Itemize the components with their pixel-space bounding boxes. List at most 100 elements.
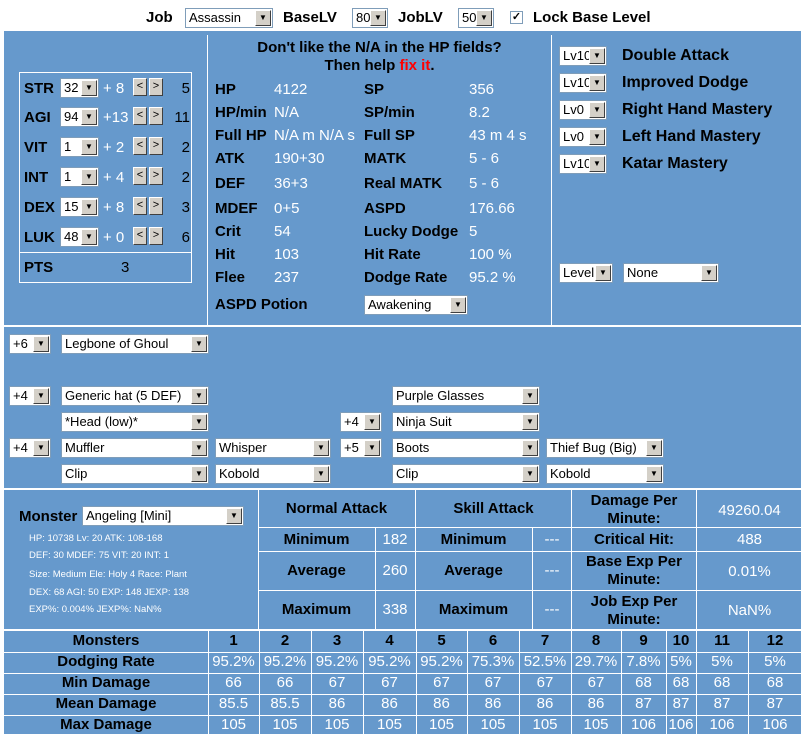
- accessory2-select[interactable]: Clip ▼: [392, 464, 540, 484]
- table-cell: 7.8%: [626, 653, 661, 670]
- garment-select[interactable]: Muffler ▼: [61, 438, 209, 458]
- accessory1-select[interactable]: Clip ▼: [61, 464, 209, 484]
- weapon-refine-select[interactable]: +6 ▼: [9, 334, 51, 354]
- skill-level-select[interactable]: Lv10 ▼: [559, 73, 607, 93]
- table-header: 7: [540, 632, 550, 649]
- divider: [207, 35, 208, 325]
- aspd-potion-label: ASPD Potion: [215, 296, 308, 313]
- derived-value: 43 m 4 s: [469, 127, 527, 144]
- table-cell: 95.2%: [420, 653, 463, 670]
- head-mid-select[interactable]: Purple Glasses ▼: [392, 386, 540, 406]
- weapon-select[interactable]: Legbone of Ghoul ▼: [61, 334, 209, 354]
- stat-cost: 2: [181, 169, 190, 186]
- increase-button[interactable]: >: [149, 107, 163, 125]
- garment-refine-select[interactable]: +4 ▼: [9, 438, 51, 458]
- chevron-down-icon: ▼: [522, 440, 538, 456]
- skill-level-select[interactable]: Lv10 ▼: [559, 46, 607, 66]
- accessory1-card-select[interactable]: Kobold ▼: [215, 464, 331, 484]
- derived-value: 5 - 6: [469, 150, 500, 167]
- derived-label: Hit: [215, 246, 235, 263]
- divider: [258, 527, 802, 528]
- skill-level-select[interactable]: Lv0 ▼: [559, 127, 607, 147]
- chevron-down-icon: ▼: [313, 466, 329, 482]
- baselv-select[interactable]: 80 ▼: [352, 8, 388, 28]
- table-cell: 106: [630, 716, 657, 733]
- increase-button[interactable]: >: [149, 137, 163, 155]
- head-top-select[interactable]: Generic hat (5 DEF) ▼: [61, 386, 209, 406]
- chevron-down-icon: ▼: [589, 129, 605, 145]
- chevron-down-icon: ▼: [81, 139, 97, 155]
- armor-refine-select[interactable]: +4 ▼: [340, 412, 382, 432]
- monster-info-line: Size: Medium Ele: Holy 4 Race: Plant: [29, 569, 249, 580]
- increase-button[interactable]: >: [149, 78, 163, 96]
- table-cell: 87: [713, 695, 731, 712]
- monster-info-text: Plant: [165, 569, 187, 580]
- stat-agi-select[interactable]: 94 ▼: [60, 107, 99, 127]
- table-cell: 105: [583, 716, 609, 733]
- chevron-down-icon: ▼: [33, 388, 49, 404]
- table-cell: 87: [766, 695, 784, 712]
- chevron-down-icon: ▼: [364, 440, 380, 456]
- stat-str-select[interactable]: 32 ▼: [60, 78, 99, 98]
- increase-button[interactable]: >: [149, 167, 163, 185]
- decrease-button[interactable]: <: [133, 78, 147, 96]
- decrease-button[interactable]: <: [133, 227, 147, 245]
- monster-select[interactable]: Angeling [Mini] ▼: [82, 506, 244, 526]
- chevron-down-icon: ▼: [191, 336, 207, 352]
- normal-min-label: Minimum: [283, 531, 350, 548]
- skill-name: Right Hand Mastery: [622, 101, 773, 118]
- skill-level-select[interactable]: Lv10 ▼: [559, 154, 607, 174]
- monster-info-text: DEX:: [29, 587, 54, 598]
- skill-max-value: ---: [544, 601, 560, 618]
- stat-dex-select[interactable]: 15 ▼: [60, 197, 99, 217]
- derived-label: MATK: [364, 150, 407, 167]
- increase-button[interactable]: >: [149, 197, 163, 215]
- monster-label: Monster: [19, 508, 78, 525]
- table-header: 6: [488, 632, 498, 649]
- garment-card-select[interactable]: Whisper ▼: [215, 438, 331, 458]
- chevron-down-icon: ▼: [33, 336, 49, 352]
- derived-label: ASPD: [364, 200, 406, 217]
- normal-avg-label: Average: [287, 562, 346, 579]
- decrease-button[interactable]: <: [133, 197, 147, 215]
- derived-value: 103: [274, 246, 300, 263]
- shoes-refine-select[interactable]: +5 ▼: [340, 438, 382, 458]
- shoes-select[interactable]: Boots ▼: [392, 438, 540, 458]
- stat-vit-select[interactable]: 1 ▼: [60, 137, 99, 157]
- chevron-down-icon: ▼: [646, 440, 662, 456]
- skill-name: Katar Mastery: [622, 155, 728, 172]
- table-cell: 67: [381, 674, 398, 691]
- table-cell: 5%: [670, 653, 692, 670]
- divider: [19, 252, 192, 253]
- armor-select[interactable]: Ninja Suit ▼: [392, 412, 540, 432]
- chevron-down-icon: ▼: [701, 265, 717, 281]
- accessory2-card-select[interactable]: Kobold ▼: [546, 464, 664, 484]
- stat-cost: 6: [181, 229, 190, 246]
- skill-min-value: ---: [544, 531, 560, 548]
- stat-cost: 5: [181, 80, 190, 97]
- decrease-button[interactable]: <: [133, 167, 147, 185]
- aspd-potion-select[interactable]: Awakening ▼: [364, 295, 468, 315]
- joblv-select[interactable]: 50 ▼: [458, 8, 494, 28]
- table-row-label: Dodging Rate: [57, 653, 155, 670]
- stat-luk-select[interactable]: 48 ▼: [60, 227, 99, 247]
- fix-it-link[interactable]: fix it: [399, 57, 430, 74]
- skill-name: Improved Dodge: [622, 74, 749, 91]
- increase-button[interactable]: >: [149, 227, 163, 245]
- derived-label: Crit: [215, 223, 241, 240]
- extra-skill-level-select[interactable]: Level ▼: [559, 263, 613, 283]
- baselv-label: BaseLV: [283, 9, 337, 26]
- monster-info-text: Medium: [52, 569, 87, 580]
- skill-level-select[interactable]: Lv0 ▼: [559, 100, 607, 120]
- stat-int-select[interactable]: 1 ▼: [60, 167, 99, 187]
- lock-base-level-checkbox[interactable]: ✓: [510, 11, 523, 24]
- shoes-card-select[interactable]: Thief Bug (Big) ▼: [546, 438, 664, 458]
- decrease-button[interactable]: <: [133, 107, 147, 125]
- monster-info-text: NaN%: [134, 604, 162, 615]
- job-select[interactable]: Assassin ▼: [185, 8, 273, 28]
- extra-skill-select[interactable]: None ▼: [623, 263, 719, 283]
- monster-info-text: 0.004%: [61, 604, 94, 615]
- head-top-refine-select[interactable]: +4 ▼: [9, 386, 51, 406]
- head-low-select[interactable]: *Head (low)* ▼: [61, 412, 209, 432]
- decrease-button[interactable]: <: [133, 137, 147, 155]
